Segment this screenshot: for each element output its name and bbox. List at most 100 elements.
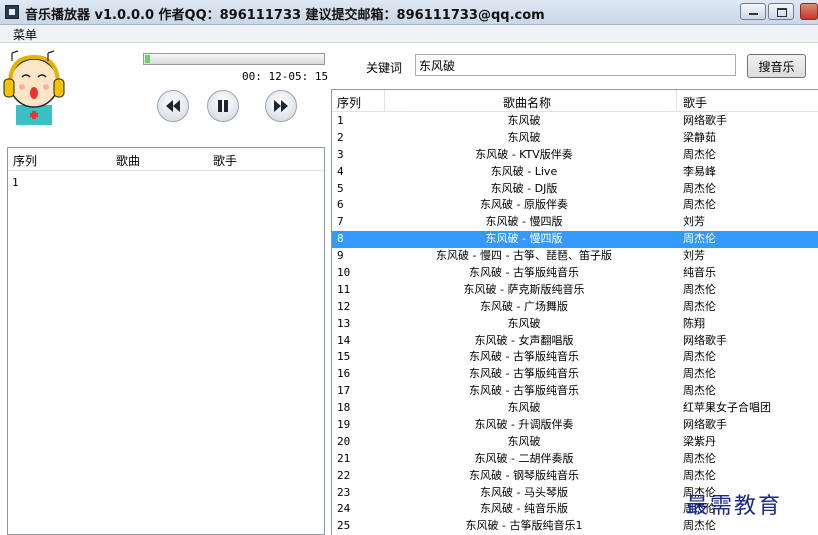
result-index: 12 [337,299,351,313]
results-col-index[interactable]: 序列 [337,94,361,111]
result-row[interactable]: 8 东风破 - 慢四版 周杰伦 [332,231,818,249]
playlist-col-song[interactable]: 歌曲 [116,152,140,169]
result-row[interactable]: 9 东风破 - 慢四 - 古筝、琵琶、笛子版 刘芳 [332,248,818,265]
result-artist: 刘芳 [683,249,705,263]
window-title: 音乐播放器 v1.0.0.0 作者QQ：896111733 建议提交邮箱：896… [25,8,545,23]
result-index: 17 [337,384,351,398]
result-song: 东风破 - KTV版伴奏 [475,147,573,161]
result-row[interactable]: 13 东风破 陈翔 [332,316,818,333]
search-panel: 关键词 搜音乐 [331,43,818,89]
result-artist: 周杰伦 [683,468,716,482]
result-artist: 周杰伦 [683,181,716,195]
close-button[interactable] [800,3,818,20]
result-row[interactable]: 20 东风破 梁紫丹 [332,434,818,451]
result-index: 24 [337,502,351,516]
result-index: 16 [337,367,351,381]
result-song: 东风破 - 女声翻唱版 [474,333,574,347]
result-artist: 周杰伦 [683,232,716,246]
result-row[interactable]: 1 东风破 网络歌手 [332,113,818,130]
result-song: 东风破 - 慢四版 [485,215,563,229]
time-display: 00: 12-05: 15 [242,70,329,83]
result-row[interactable]: 5 东风破 - DJ版 周杰伦 [332,181,818,198]
result-artist: 梁紫丹 [683,434,716,448]
result-row[interactable]: 17 东风破 - 古筝版纯音乐 周杰伦 [332,383,818,400]
result-index: 9 [337,249,344,263]
result-row[interactable]: 25 东风破 - 古筝版纯音乐1 周杰伦 [332,518,818,535]
result-artist: 梁静茹 [683,130,716,144]
result-index: 5 [337,181,344,195]
result-song: 东风破 - 升调版伴奏 [474,418,574,432]
result-song: 东风破 - 慢四 - 古筝、琵琶、笛子版 [436,249,612,263]
playlist-col-index[interactable]: 序列 [13,152,37,169]
result-artist: 网络歌手 [683,333,727,347]
fast-forward-button[interactable] [265,90,297,122]
result-song: 东风破 - 马头琴版 [480,485,568,499]
result-song: 东风破 - 古筝版纯音乐 [469,384,579,398]
result-index: 19 [337,418,351,432]
menu-item[interactable]: 菜单 [13,26,37,43]
result-row[interactable]: 6 东风破 - 原版伴奏 周杰伦 [332,197,818,214]
result-index: 22 [337,468,351,482]
results-col-artist[interactable]: 歌手 [683,94,707,111]
result-row[interactable]: 14 东风破 - 女声翻唱版 网络歌手 [332,333,818,350]
playlist-col-artist[interactable]: 歌手 [213,152,237,169]
playlist-row[interactable]: 1 [12,176,19,189]
result-artist: 周杰伦 [683,350,716,364]
rewind-button[interactable] [157,90,189,122]
search-music-button[interactable]: 搜音乐 [747,54,806,78]
result-index: 18 [337,401,351,415]
results-col-song[interactable]: 歌曲名称 [503,94,551,111]
result-artist: 周杰伦 [683,384,716,398]
result-index: 11 [337,282,351,296]
title-bar: 音乐播放器 v1.0.0.0 作者QQ：896111733 建议提交邮箱：896… [0,0,818,25]
results-list: 1 东风破 网络歌手 2 东风破 梁静茹 3 东风破 - KTV版伴奏 周杰伦 4 东风破 - Li… [332,113,818,535]
result-artist: 陈翔 [683,316,705,330]
result-song: 东风破 - 纯音乐版 [480,502,568,516]
result-song: 东风破 - 萨克斯版纯音乐 [463,282,585,296]
result-artist: 周杰伦 [683,451,716,465]
pause-button[interactable] [207,90,239,122]
result-artist: 周杰伦 [683,519,716,533]
result-artist: 纯音乐 [683,266,716,280]
result-row[interactable]: 18 东风破 红苹果女子合唱团 [332,400,818,417]
fast-forward-icon [274,100,288,112]
result-row[interactable]: 21 东风破 - 二胡伴奏版 周杰伦 [332,451,818,468]
result-index: 13 [337,316,351,330]
result-artist: 红苹果女子合唱团 [683,401,771,415]
result-index: 2 [337,130,344,144]
results-header: 序列 歌曲名称 歌手 [332,90,818,112]
playlist-panel: 序列 歌曲 歌手 1 [7,147,325,535]
keyword-input[interactable] [415,54,736,76]
result-row[interactable]: 19 东风破 - 升调版伴奏 网络歌手 [332,417,818,434]
result-song: 东风破 [507,130,541,144]
result-row[interactable]: 4 东风破 - Live 李易峰 [332,164,818,181]
result-artist: 周杰伦 [683,367,716,381]
result-index: 14 [337,333,351,347]
result-row[interactable]: 7 东风破 - 慢四版 刘芳 [332,214,818,231]
result-row[interactable]: 12 东风破 - 广场舞版 周杰伦 [332,299,818,316]
result-row[interactable]: 3 东风破 - KTV版伴奏 周杰伦 [332,147,818,164]
result-song: 东风破 - 广场舞版 [480,299,568,313]
result-song: 东风破 - 二胡伴奏版 [474,451,574,465]
result-index: 4 [337,164,344,178]
result-index: 10 [337,266,351,280]
result-index: 23 [337,485,351,499]
result-song: 东风破 [507,114,541,127]
rewind-icon [166,100,180,112]
result-row[interactable]: 15 东风破 - 古筝版纯音乐 周杰伦 [332,349,818,366]
result-index: 6 [337,198,344,212]
maximize-button[interactable] [768,3,794,20]
result-row[interactable]: 16 东风破 - 古筝版纯音乐 周杰伦 [332,366,818,383]
result-row[interactable]: 11 东风破 - 萨克斯版纯音乐 周杰伦 [332,282,818,299]
result-row[interactable]: 22 东风破 - 钢琴版纯音乐 周杰伦 [332,468,818,485]
result-index: 20 [337,434,351,448]
result-artist: 周杰伦 [683,147,716,161]
progress-bar[interactable] [143,53,325,65]
minimize-button[interactable] [740,3,766,20]
result-song: 东风破 [507,401,541,415]
result-row[interactable]: 10 东风破 - 古筝版纯音乐 纯音乐 [332,265,818,282]
result-song: 东风破 - Live [490,164,558,178]
result-index: 1 [337,114,344,127]
result-row[interactable]: 2 东风破 梁静茹 [332,130,818,147]
playlist-header: 序列 歌曲 歌手 [8,148,324,171]
